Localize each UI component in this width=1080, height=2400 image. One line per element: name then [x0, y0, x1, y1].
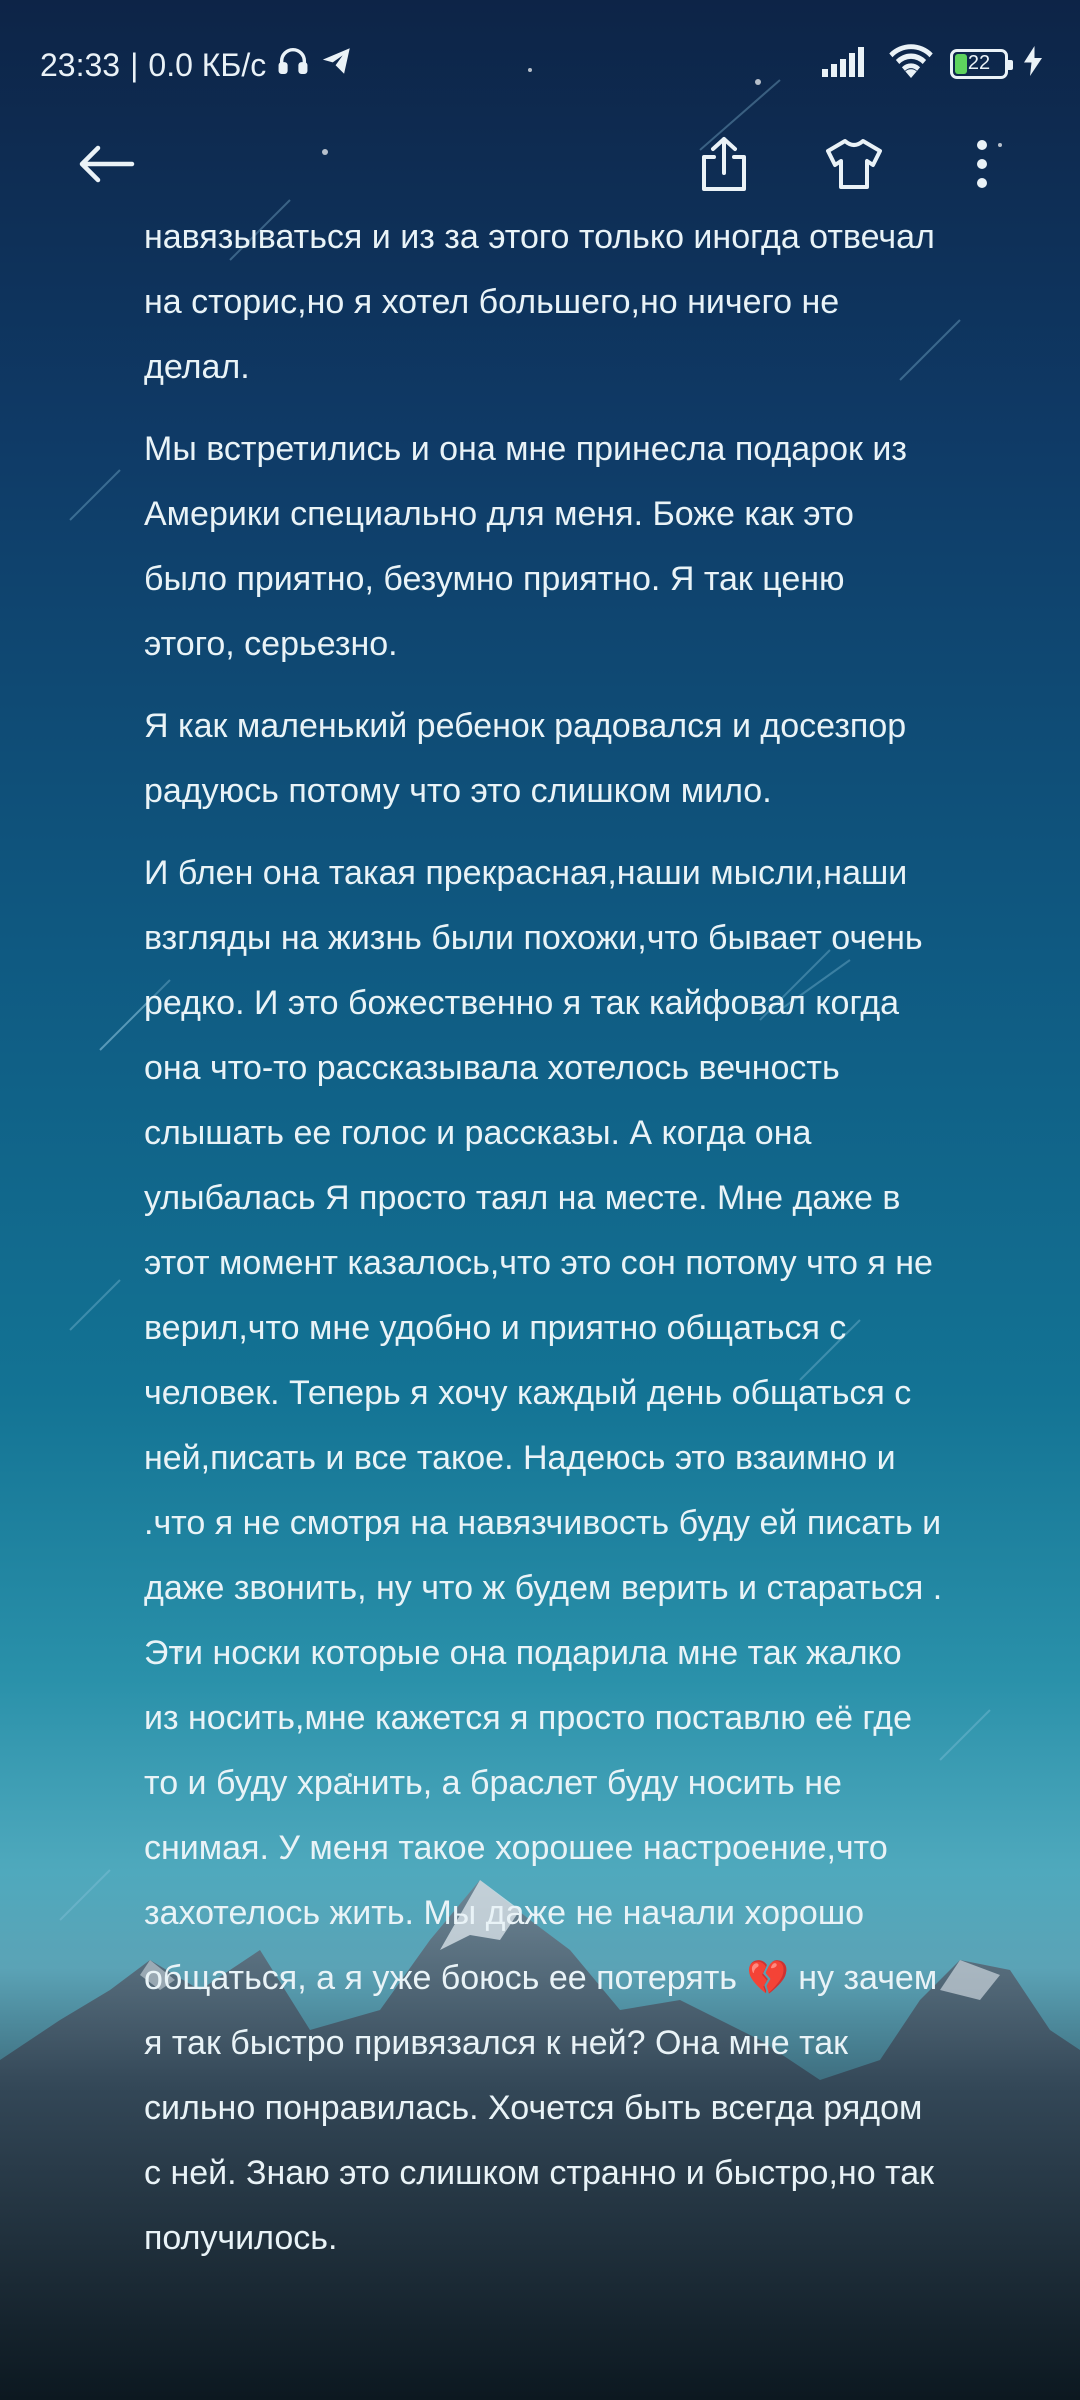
- battery-icon: 22: [950, 48, 1013, 79]
- network-speed: 0.0 КБ/с: [148, 46, 267, 83]
- battery-fill: [955, 53, 967, 74]
- tshirt-theme-icon: [824, 137, 884, 196]
- charging-icon: [1024, 46, 1042, 81]
- story-paragraph: И блен она такая прекрасная,наши мысли,н…: [144, 854, 943, 2257]
- reader-toolbar: [0, 120, 1080, 212]
- story-paragraph: Я как маленький ребенок радовался и досе…: [144, 707, 907, 810]
- more-options-button[interactable]: [946, 130, 1018, 202]
- wifi-icon: [888, 44, 934, 83]
- telegram-icon: [320, 44, 354, 86]
- story-paragraph: Мы встретились и она мне принесла подаро…: [144, 430, 907, 663]
- signal-icon: [822, 45, 872, 82]
- status-left: 23:33 | 0.0 КБ/с: [40, 44, 354, 86]
- more-vertical-icon: [975, 139, 989, 194]
- story-text: навязываться и из за этого только иногда…: [144, 205, 944, 2288]
- status-separator: |: [130, 46, 139, 83]
- back-button[interactable]: [70, 130, 142, 202]
- share-button[interactable]: [688, 130, 760, 202]
- status-right: 22: [822, 44, 1042, 83]
- back-arrow-icon: [76, 144, 136, 189]
- status-time: 23:33: [40, 46, 121, 83]
- story-paragraph: навязываться и из за этого только иногда…: [144, 218, 935, 386]
- battery-level: 22: [967, 52, 991, 74]
- theme-button[interactable]: [818, 130, 890, 202]
- share-icon: [698, 135, 750, 198]
- status-bar: 23:33 | 0.0 КБ/с 22: [0, 0, 1080, 130]
- headphones-icon: [276, 44, 310, 86]
